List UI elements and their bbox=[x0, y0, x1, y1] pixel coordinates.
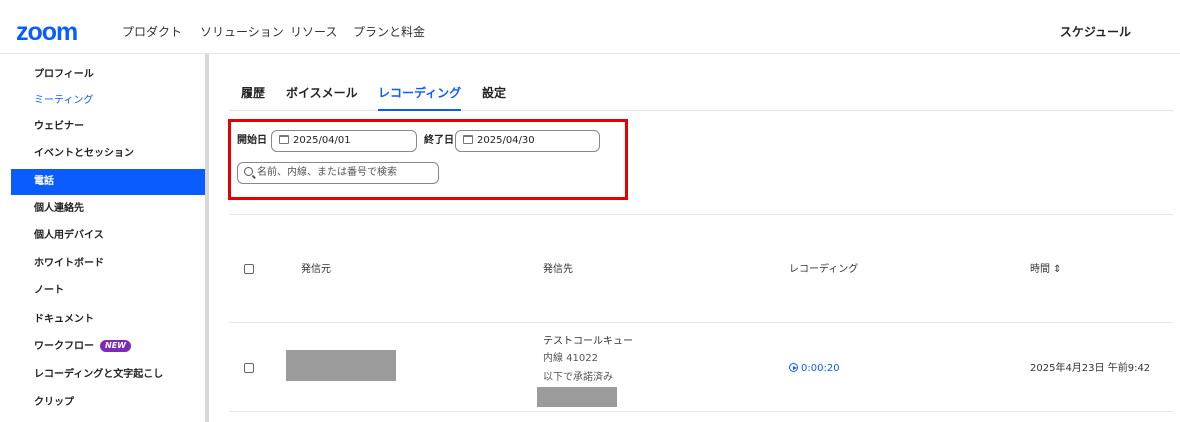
divider bbox=[229, 322, 1173, 323]
nav-link-resources[interactable]: リソース bbox=[290, 25, 337, 39]
sidebar-item-meetings[interactable]: ミーティング bbox=[11, 88, 205, 114]
sidebar-item-label: ワークフロー bbox=[34, 341, 94, 352]
call-time: 2025年4月23日 午前9:42 bbox=[1030, 363, 1151, 374]
highlight-box bbox=[228, 119, 628, 200]
nav-link-solutions[interactable]: ソリューション bbox=[200, 25, 284, 39]
sidebar-item-clips[interactable]: クリップ bbox=[11, 390, 205, 416]
divider bbox=[229, 411, 1173, 412]
redacted-caller bbox=[286, 350, 396, 381]
column-header-to[interactable]: 発信先 bbox=[543, 264, 573, 276]
tab-history[interactable]: 履歴 bbox=[241, 86, 265, 100]
nav-link-pricing[interactable]: プランと料金 bbox=[353, 25, 425, 39]
play-icon bbox=[789, 363, 798, 372]
sidebar-item-workflows[interactable]: ワークフロー NEW bbox=[11, 334, 205, 360]
column-header-recording[interactable]: レコーディング bbox=[789, 264, 858, 276]
sidebar-scrollbar[interactable] bbox=[205, 54, 209, 422]
sidebar-item-whiteboards[interactable]: ホワイトボード bbox=[11, 251, 205, 277]
callee-extension: 内線 41022 bbox=[543, 353, 598, 364]
divider bbox=[229, 214, 1173, 215]
sidebar-item-notes[interactable]: ノート bbox=[11, 278, 205, 304]
callee-name: テストコールキュー bbox=[543, 336, 633, 347]
tab-voicemail[interactable]: ボイスメール bbox=[286, 86, 358, 100]
top-nav: zoom プロダクト ソリューション リソース プランと料金 スケジュール bbox=[0, 0, 1180, 54]
new-badge: NEW bbox=[100, 340, 131, 352]
sidebar-item-contacts[interactable]: 個人連絡先 bbox=[11, 196, 205, 222]
tab-recordings[interactable]: レコーディング bbox=[378, 86, 461, 100]
active-tab-indicator bbox=[378, 109, 461, 111]
recording-duration: 0:00:20 bbox=[801, 363, 840, 374]
column-header-from[interactable]: 発信元 bbox=[301, 264, 331, 276]
sidebar-item-events[interactable]: イベントとセッション bbox=[11, 141, 205, 167]
sidebar-item-webinars[interactable]: ウェビナー bbox=[11, 114, 205, 140]
zoom-logo[interactable]: zoom bbox=[16, 19, 78, 45]
tabs-divider bbox=[229, 110, 1173, 111]
sidebar-item-devices[interactable]: 個人用デバイス bbox=[11, 223, 205, 249]
nav-link-products[interactable]: プロダクト bbox=[122, 25, 182, 39]
schedule-link[interactable]: スケジュール bbox=[1060, 25, 1131, 39]
sidebar-item-profile[interactable]: プロフィール bbox=[11, 62, 205, 88]
redacted-answerer bbox=[537, 387, 617, 407]
sidebar: プロフィール ミーティング ウェビナー イベントとセッション 電話 個人連絡先 … bbox=[0, 54, 205, 422]
sidebar-item-recordings[interactable]: レコーディングと文字起こし bbox=[11, 362, 205, 388]
sidebar-item-phone[interactable]: 電話 bbox=[11, 169, 205, 195]
tab-settings[interactable]: 設定 bbox=[482, 86, 506, 100]
sidebar-item-docs[interactable]: ドキュメント bbox=[11, 307, 205, 333]
callee-answered-note: 以下で承諾済み bbox=[543, 372, 613, 383]
select-all-checkbox[interactable] bbox=[244, 264, 254, 274]
column-header-time[interactable]: 時間 ⇕ bbox=[1030, 264, 1062, 276]
recording-play-link[interactable]: 0:00:20 bbox=[789, 363, 840, 375]
row-checkbox[interactable] bbox=[244, 363, 254, 373]
